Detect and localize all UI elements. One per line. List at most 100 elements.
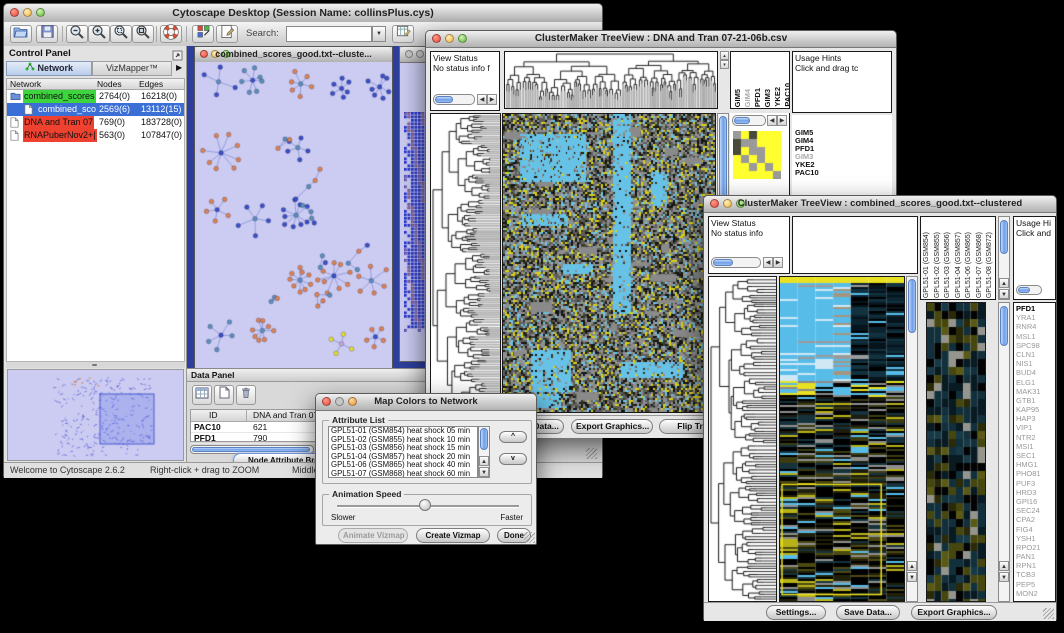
gene-label[interactable]: PUF3: [1014, 479, 1041, 488]
dialog-titlebar[interactable]: Map Colors to Network: [316, 394, 536, 411]
gene-label[interactable]: PHO81: [1014, 469, 1041, 478]
search-dropdown-button[interactable]: ▼: [372, 26, 386, 42]
attribute-list[interactable]: GPL51-01 (GSM854) heat shock 05 minGPL51…: [328, 426, 478, 478]
delete-attribute-button[interactable]: [236, 385, 256, 405]
scroll-down-icon[interactable]: ▼: [907, 572, 917, 582]
gene-label[interactable]: MSL1: [1014, 332, 1041, 341]
gene-label[interactable]: SEC1: [1014, 451, 1041, 460]
heatmap-panel[interactable]: [779, 276, 905, 602]
tab-network[interactable]: Network: [6, 61, 92, 76]
gene-label[interactable]: HRD3: [1014, 488, 1041, 497]
scroll-thumb[interactable]: [1018, 287, 1030, 293]
scroll-thumb[interactable]: [908, 279, 916, 333]
speed-slider-thumb[interactable]: [419, 499, 431, 511]
attribute-list-vscrollbar[interactable]: ▲ ▼: [478, 426, 490, 478]
search-input[interactable]: [286, 26, 372, 42]
panel-divider[interactable]: [6, 362, 185, 368]
gene-label[interactable]: HMG1: [1014, 460, 1041, 469]
gene-label[interactable]: PAN1: [1014, 552, 1041, 561]
zoom-in-button[interactable]: [88, 25, 110, 43]
column-dendrogram-panel[interactable]: [504, 51, 718, 109]
resize-grip[interactable]: [1043, 608, 1054, 619]
export-graphics-button[interactable]: Export Graphics...: [911, 605, 997, 620]
scroll-up-icon[interactable]: ▲: [999, 561, 1009, 571]
treeview2-titlebar[interactable]: ClusterMaker TreeView : combined_scores_…: [704, 196, 1056, 213]
correlation-matrix-canvas[interactable]: [733, 131, 781, 179]
scroll-left-icon[interactable]: ◀: [767, 115, 777, 126]
gene-label[interactable]: YSH1: [1014, 534, 1041, 543]
gene-label[interactable]: ELG1: [1014, 378, 1041, 387]
view-status-hscrollbar[interactable]: [433, 94, 475, 105]
settings-button[interactable]: Settings...: [766, 605, 826, 620]
column-labels-vscrollbar[interactable]: ▲ ▼: [998, 216, 1010, 300]
gene-label[interactable]: FIG4: [1014, 525, 1041, 534]
save-button[interactable]: [36, 25, 58, 43]
save-data-button[interactable]: Save Data...: [836, 605, 900, 620]
create-vizmap-button[interactable]: Create Vizmap: [416, 528, 490, 543]
scroll-down-icon[interactable]: ▼: [479, 467, 489, 477]
gene-label[interactable]: GTB1: [1014, 396, 1041, 405]
scroll-up-icon[interactable]: ▲: [479, 456, 489, 466]
network-view-titlebar[interactable]: combined_scores_good.txt--cluste...: [195, 47, 392, 63]
network-list-row[interactable]: combined_scores2764(0)16218(0): [7, 90, 184, 103]
scroll-thumb[interactable]: [1000, 220, 1008, 254]
gene-label[interactable]: NIS1: [1014, 359, 1041, 368]
gene-label[interactable]: RNR4: [1014, 322, 1041, 331]
tab-overflow-icon[interactable]: ▶: [176, 63, 182, 72]
scroll-left-icon[interactable]: ◀: [477, 94, 487, 105]
attribute-editor-button[interactable]: [392, 25, 414, 43]
zoom-vscrollbar[interactable]: ▲ ▼: [998, 302, 1010, 602]
help-button[interactable]: [160, 25, 182, 43]
scroll-right-icon[interactable]: ▶: [773, 257, 783, 268]
network-table-header[interactable]: Network Nodes Edges: [6, 78, 185, 90]
row-dendrogram-canvas[interactable]: [431, 114, 500, 412]
column-dendrogram-canvas[interactable]: [505, 52, 717, 108]
heatmap-canvas[interactable]: [780, 277, 904, 601]
network-list-row[interactable]: DNA and Tran 07769(0)183728(0): [7, 116, 184, 129]
gene-label[interactable]: SPC98: [1014, 341, 1041, 350]
gene-label[interactable]: RPN1: [1014, 561, 1041, 570]
gene-label[interactable]: GPI16: [1014, 497, 1041, 506]
gene-label[interactable]: PFD1: [1014, 304, 1041, 313]
zoom-heatmap-panel[interactable]: [926, 302, 986, 602]
gene-label[interactable]: PEP5: [1014, 580, 1041, 589]
matrix-hscrollbar[interactable]: [732, 115, 766, 126]
row-dendrogram-panel[interactable]: [430, 113, 501, 413]
gene-label[interactable]: CLN1: [1014, 350, 1041, 359]
row-dendrogram-panel[interactable]: [708, 276, 777, 602]
tab-vizmapper[interactable]: VizMapper™: [92, 61, 172, 76]
network-list-row[interactable]: combined_sco2569(6)13112(15): [7, 103, 184, 116]
gene-label[interactable]: NTR2: [1014, 433, 1041, 442]
scroll-thumb[interactable]: [734, 117, 750, 124]
annotation-button[interactable]: [216, 25, 238, 43]
network-list-row[interactable]: RNAPuberNov2+|563(0)107847(0): [7, 129, 184, 142]
scroll-thumb[interactable]: [480, 428, 488, 450]
resize-grip[interactable]: [524, 532, 535, 543]
export-graphics-button[interactable]: Export Graphics...: [571, 419, 653, 434]
gene-label[interactable]: SEC24: [1014, 506, 1041, 515]
scroll-thumb[interactable]: [1000, 306, 1008, 346]
gene-label[interactable]: CPA2: [1014, 515, 1041, 524]
zoom-out-button[interactable]: [66, 25, 88, 43]
attribute-list-item[interactable]: GPL51-07 (GSM868) heat shock 60 min: [329, 470, 477, 478]
gene-label[interactable]: TCB3: [1014, 570, 1041, 579]
gene-label[interactable]: BUD4: [1014, 368, 1041, 377]
heatmap-panel[interactable]: [502, 113, 716, 413]
row-dendrogram-canvas[interactable]: [709, 277, 776, 601]
usage-hints-hscrollbar[interactable]: [1016, 285, 1042, 295]
scroll-thumb[interactable]: [435, 96, 453, 103]
gene-label[interactable]: MAK31: [1014, 387, 1041, 396]
heatmap-vscrollbar[interactable]: ▲ ▼: [906, 276, 918, 602]
column-dendrogram-panel[interactable]: [792, 216, 918, 274]
gene-label[interactable]: HAP3: [1014, 414, 1041, 423]
zoom-selected-button[interactable]: [110, 25, 132, 43]
gene-label[interactable]: VIP1: [1014, 423, 1041, 432]
network-canvas[interactable]: [195, 62, 392, 368]
gene-label[interactable]: KAP95: [1014, 405, 1041, 414]
zoom-fit-button[interactable]: [132, 25, 154, 43]
view-status-hscrollbar[interactable]: [711, 257, 761, 268]
move-up-button[interactable]: ^: [499, 431, 527, 443]
animate-vizmap-button[interactable]: Animate Vizmap: [338, 528, 408, 543]
heatmap-canvas[interactable]: [503, 114, 715, 412]
network-overview-canvas[interactable]: [7, 369, 184, 461]
